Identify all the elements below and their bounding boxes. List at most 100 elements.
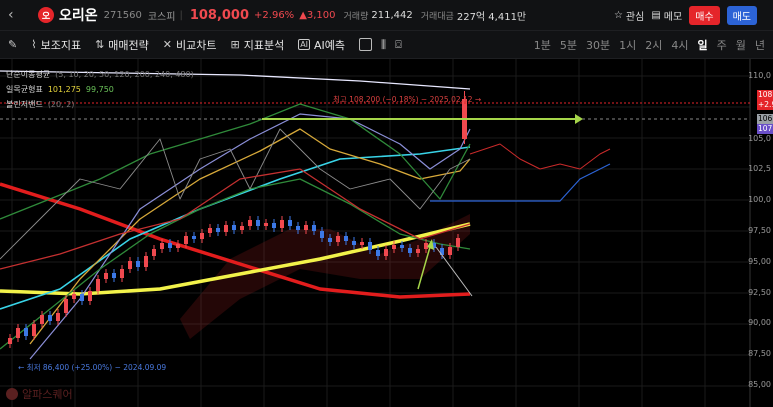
indicators-button[interactable]: ⌇ 보조지표: [31, 37, 81, 53]
amount-value: 227억 4,411만: [456, 11, 527, 23]
buy-button[interactable]: 매수: [689, 6, 720, 25]
change-percent: +2.96%: [254, 9, 295, 21]
candle: [312, 225, 316, 231]
period-1m[interactable]: 1분: [534, 37, 551, 53]
change-amount: ▲3,100: [299, 9, 336, 21]
memo-button[interactable]: ▤ 메모: [651, 8, 682, 23]
period-30m[interactable]: 30분: [586, 37, 610, 53]
analysis-button[interactable]: ⊞ 지표분석: [230, 37, 284, 53]
memo-label: 메모: [663, 12, 683, 23]
candle: [368, 242, 372, 250]
star-icon: ☆: [613, 10, 623, 21]
candle: [24, 328, 28, 336]
candle: [256, 220, 260, 226]
ichimoku-legend-label[interactable]: 일목균형표: [6, 82, 43, 97]
stock-header: ‹ 오 오리온 271560 코스피 | 108,000 +2.96% ▲3,1…: [0, 0, 773, 31]
price-tag-ma: 107,: [757, 124, 773, 134]
candle: [352, 241, 356, 245]
strategy-label: 매매전략: [108, 38, 149, 52]
period-week[interactable]: 주: [717, 37, 727, 53]
candle: [208, 228, 212, 233]
candle: [128, 261, 132, 269]
y-tick: 97,50: [748, 226, 771, 235]
price-tag-change: +2.9: [757, 100, 773, 110]
period-2h[interactable]: 2시: [645, 37, 662, 53]
period-5m[interactable]: 5분: [560, 37, 577, 53]
ma-legend-label[interactable]: 단순이동평균: [6, 67, 50, 82]
candle: [72, 294, 76, 299]
candle: [168, 243, 172, 248]
period-1h[interactable]: 1시: [619, 37, 636, 53]
candle: [184, 236, 188, 244]
price-chart[interactable]: 단순이동평균 (5, 10, 20, 50, 120, 200, 240, 48…: [0, 59, 773, 407]
separator: |: [179, 9, 183, 21]
candle: [248, 220, 252, 226]
cloud-span-a: [469, 143, 611, 170]
period-day[interactable]: 일: [698, 37, 708, 53]
candle: [408, 248, 412, 253]
candlestick-icon[interactable]: ⫼: [381, 38, 386, 52]
compare-button[interactable]: ✕ 비교차트: [163, 37, 217, 53]
candle: [240, 226, 244, 230]
y-tick: 105,0: [748, 134, 771, 143]
candle: [360, 242, 364, 245]
watermark: 알파스퀘어: [6, 386, 73, 402]
candle: [424, 243, 428, 249]
bb-upper: [0, 103, 471, 220]
candle: [48, 315, 52, 321]
memo-icon: ▤: [651, 10, 661, 21]
compare-label: 비교차트: [176, 38, 217, 52]
candle: [40, 315, 44, 324]
candle: [416, 249, 420, 253]
watch-label: 관심: [625, 12, 645, 23]
cloud-span-b: [430, 163, 611, 202]
chart-line-icon: ⌇: [31, 38, 37, 51]
candle: [200, 233, 204, 239]
candle: [224, 225, 228, 232]
ma-legend-params: (5, 10, 20, 50, 120, 200, 240, 480): [55, 70, 194, 79]
period-year[interactable]: 년: [755, 37, 765, 53]
camera-icon[interactable]: ⌼: [395, 38, 402, 52]
candle: [296, 226, 300, 230]
watch-button[interactable]: ☆ 관심: [614, 8, 644, 23]
bollinger-legend-label[interactable]: 볼린저밴드: [6, 97, 43, 112]
chevron-left-icon[interactable]: ‹: [8, 8, 22, 22]
sell-button[interactable]: 매도: [726, 6, 757, 25]
candle: [376, 250, 380, 256]
candle: [344, 236, 348, 241]
price-tag-line: 106,: [757, 114, 773, 124]
candle: [280, 220, 284, 228]
stock-name: 오리온: [59, 8, 98, 24]
stock-code: 271560: [103, 9, 142, 21]
candle: [304, 225, 308, 230]
y-tick: 85,00: [748, 380, 771, 389]
checkbox-icon[interactable]: [359, 38, 373, 51]
candle: [160, 243, 164, 249]
ai-label: AI예측: [314, 38, 346, 52]
candle: [216, 228, 220, 232]
analysis-icon: ⊞: [230, 38, 240, 51]
candle: [112, 273, 116, 278]
y-tick: 92,50: [748, 288, 771, 297]
candle: [400, 245, 404, 248]
period-selector: 1분 5분 30분 1시 2시 4시 일 주 월 년: [534, 37, 765, 53]
candle: [88, 291, 92, 301]
market-name: 코스피: [147, 11, 176, 23]
candle: [448, 247, 452, 255]
ma-blue: [29, 113, 471, 360]
candle: [96, 279, 100, 291]
volume-label: 거래량: [343, 11, 369, 22]
draw-tool-button[interactable]: ✎: [8, 38, 17, 51]
indicator-legend: 단순이동평균 (5, 10, 20, 50, 120, 200, 240, 48…: [6, 67, 194, 112]
candle: [392, 245, 396, 249]
ai-predict-button[interactable]: AI AI예측: [298, 37, 345, 53]
y-tick: 95,00: [748, 257, 771, 266]
period-4h[interactable]: 4시: [671, 37, 688, 53]
period-month[interactable]: 월: [736, 37, 746, 53]
candle: [120, 269, 124, 278]
strategy-button[interactable]: ⇅ 매매전략: [95, 37, 149, 53]
candle: [104, 273, 108, 279]
current-price: 108,000: [189, 7, 250, 23]
y-tick: 87,50: [748, 349, 771, 358]
candle: [384, 249, 388, 256]
